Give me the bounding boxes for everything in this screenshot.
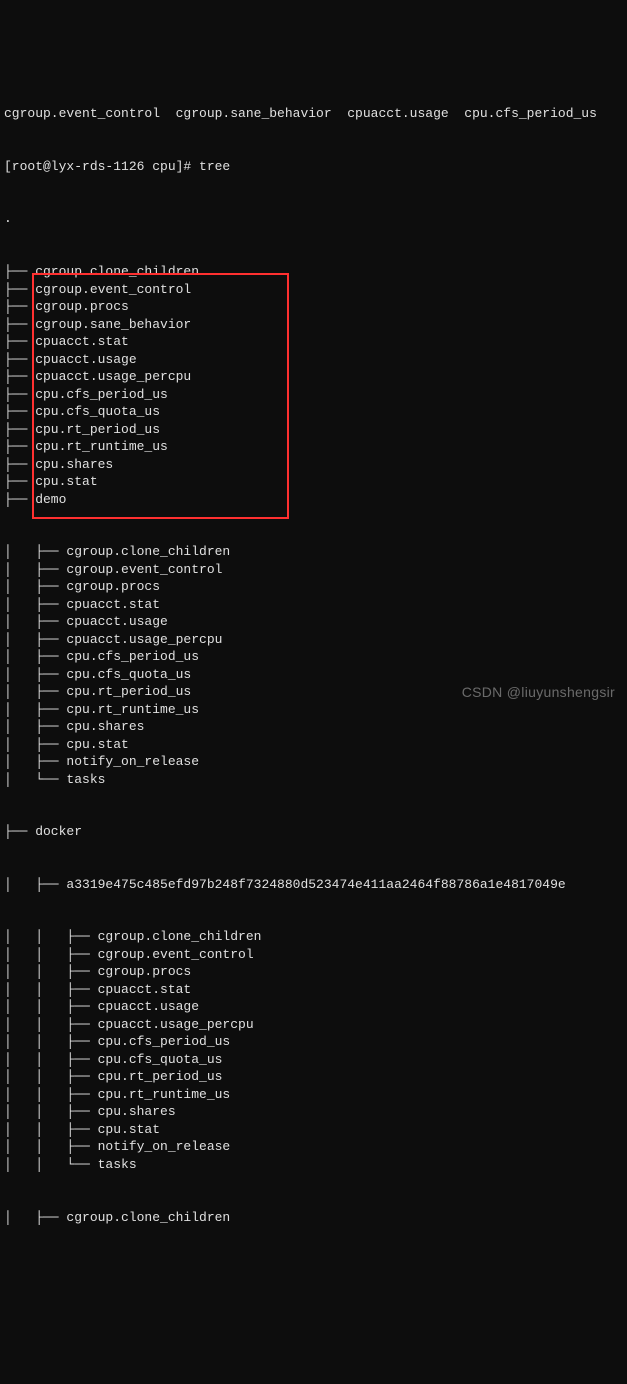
tree-root: . [4, 210, 623, 228]
tree-line: ├── cpu.rt_period_us [4, 421, 623, 439]
tree-line: │ ├── cpu.stat [4, 736, 623, 754]
watermark: CSDN @liuyunshengsir [462, 683, 615, 702]
tree-tail-line: │ ├── cgroup.clone_children [4, 1209, 623, 1227]
tree-line: │ ├── cpu.rt_runtime_us [4, 701, 623, 719]
prompt-line: [root@lyx-rds-1126 cpu]# tree [4, 158, 623, 176]
tree-line: │ │ ├── cpu.rt_runtime_us [4, 1086, 623, 1104]
tree-line: │ ├── cgroup.procs [4, 578, 623, 596]
tree-line: ├── cpu.shares [4, 456, 623, 474]
tree-line: │ │ ├── cpuacct.usage_percpu [4, 1016, 623, 1034]
tree-docker-line: ├── docker [4, 823, 623, 841]
tree-line: ├── cgroup.clone_children [4, 263, 623, 281]
tree-line: │ ├── cpuacct.usage [4, 613, 623, 631]
tree-line: │ │ ├── cpuacct.usage [4, 998, 623, 1016]
tree-line: ├── cpu.stat [4, 473, 623, 491]
tree-line: ├── cpuacct.stat [4, 333, 623, 351]
tree-line: ├── cgroup.event_control [4, 281, 623, 299]
tree-demo-children: │ ├── cgroup.clone_children│ ├── cgroup.… [4, 543, 623, 788]
terminal-output: cgroup.event_control cgroup.sane_behavio… [0, 70, 627, 1243]
tree-line: ├── demo [4, 491, 623, 509]
tree-line: │ ├── cgroup.clone_children [4, 543, 623, 561]
tree-line: │ │ ├── cgroup.clone_children [4, 928, 623, 946]
tree-docker-hash-children: │ │ ├── cgroup.clone_children│ │ ├── cgr… [4, 928, 623, 1173]
tree-line: ├── cgroup.procs [4, 298, 623, 316]
tree-line: │ ├── cgroup.event_control [4, 561, 623, 579]
tree-line: │ ├── cpu.shares [4, 718, 623, 736]
tree-line: │ ├── cpu.cfs_quota_us [4, 666, 623, 684]
tree-line: │ │ ├── cpu.rt_period_us [4, 1068, 623, 1086]
tree-line: ├── cpu.cfs_period_us [4, 386, 623, 404]
tree-line: │ │ ├── cpu.cfs_quota_us [4, 1051, 623, 1069]
tree-line: │ ├── cpuacct.stat [4, 596, 623, 614]
tree-line: │ │ ├── cpu.shares [4, 1103, 623, 1121]
tree-line: ├── cpuacct.usage_percpu [4, 368, 623, 386]
tree-line: ├── cpuacct.usage [4, 351, 623, 369]
tree-line: │ │ ├── cgroup.procs [4, 963, 623, 981]
tree-line: │ ├── cpu.cfs_period_us [4, 648, 623, 666]
tree-line: ├── cgroup.sane_behavior [4, 316, 623, 334]
tree-line: │ │ └── tasks [4, 1156, 623, 1174]
tree-line: │ │ ├── cpuacct.stat [4, 981, 623, 999]
tree-line: │ ├── cpuacct.usage_percpu [4, 631, 623, 649]
tree-line: │ │ ├── cpu.cfs_period_us [4, 1033, 623, 1051]
tree-line: ├── cpu.rt_runtime_us [4, 438, 623, 456]
header-line: cgroup.event_control cgroup.sane_behavio… [4, 105, 623, 123]
tree-line: ├── cpu.cfs_quota_us [4, 403, 623, 421]
tree-line: │ │ ├── cpu.stat [4, 1121, 623, 1139]
tree-top-level: ├── cgroup.clone_children├── cgroup.even… [4, 263, 623, 508]
tree-line: │ ├── notify_on_release [4, 753, 623, 771]
tree-line: │ │ ├── notify_on_release [4, 1138, 623, 1156]
tree-line: │ └── tasks [4, 771, 623, 789]
tree-docker-hash: │ ├── a3319e475c485efd97b248f7324880d523… [4, 876, 623, 894]
tree-line: │ │ ├── cgroup.event_control [4, 946, 623, 964]
